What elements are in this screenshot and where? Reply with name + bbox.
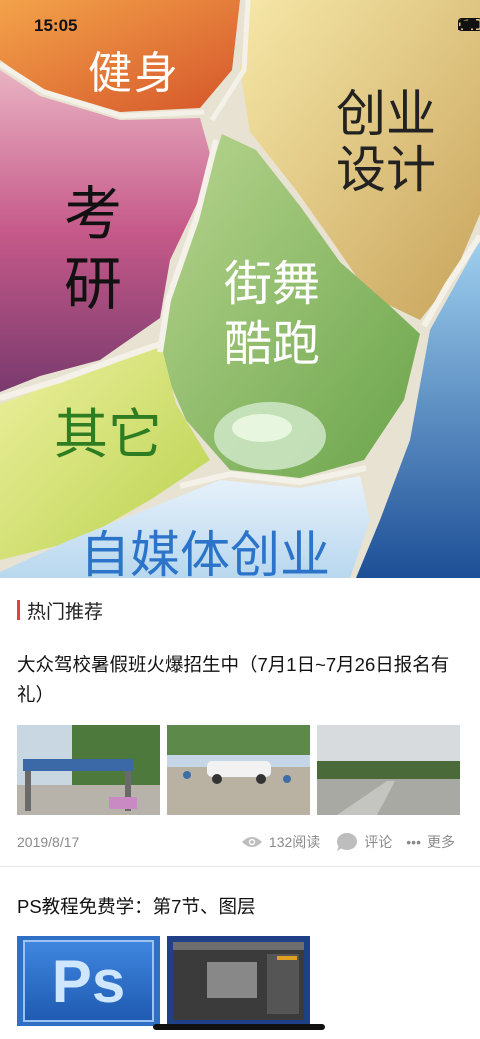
category-self-media[interactable]: 自媒体创业 [80,530,330,578]
article-title[interactable]: 大众驾校暑假班火爆招生中（7月1日~7月26日报名有礼） [17,650,461,710]
category-postgrad-exam[interactable]: 考研 [64,180,134,320]
category-other[interactable]: 其它 [54,408,162,462]
section-title: 热门推荐 [27,601,104,623]
section-header: 热门推荐 [17,598,104,623]
home-indicator[interactable] [153,1024,325,1030]
comment-button[interactable]: 评论 [364,832,392,852]
photoshop-logo: Ps [23,940,154,1022]
article-date: 2019/8/17 [17,834,80,850]
article-meta: 2019/8/17 132阅读 评论 ••• 更多 [17,832,461,854]
battery-icon [458,18,480,31]
article-thumbnails[interactable] [17,725,460,815]
category-dance-parkour[interactable]: 街舞酷跑 [224,255,334,375]
section-accent-bar [17,600,20,620]
photoshop-screenshot-image [167,936,310,1026]
article-thumbnail[interactable] [317,725,460,815]
article-thumbnail[interactable]: Ps [17,936,160,1026]
article-thumbnail[interactable] [167,936,310,1026]
status-time: 15:05 [34,16,78,35]
training-car-image [167,725,310,815]
article-thumbnail[interactable] [167,725,310,815]
category-fitness[interactable]: 健身 [88,52,180,96]
article-thumbnails[interactable]: Ps [17,936,310,1026]
more-button[interactable]: 更多 [427,832,455,852]
category-startup-design[interactable]: 创业设计 [336,86,456,198]
status-bar: 15:05 [0,0,480,54]
article-title[interactable]: PS教程免费学：第7节、图层 [17,892,461,922]
driving-school-gate-image [17,725,160,815]
more-dots-icon[interactable]: ••• [406,834,421,850]
article-divider [0,866,480,867]
eye-icon [241,837,262,847]
practice-road-image [317,725,460,815]
view-count: 132阅读 [268,834,321,850]
article-thumbnail[interactable] [17,725,160,815]
category-banner[interactable]: 15:05 健身 创业设计 考研 街舞酷跑 其它 自媒体创业 [0,0,480,578]
comment-icon[interactable] [336,832,358,852]
photoshop-logo-text: Ps [51,947,126,1015]
